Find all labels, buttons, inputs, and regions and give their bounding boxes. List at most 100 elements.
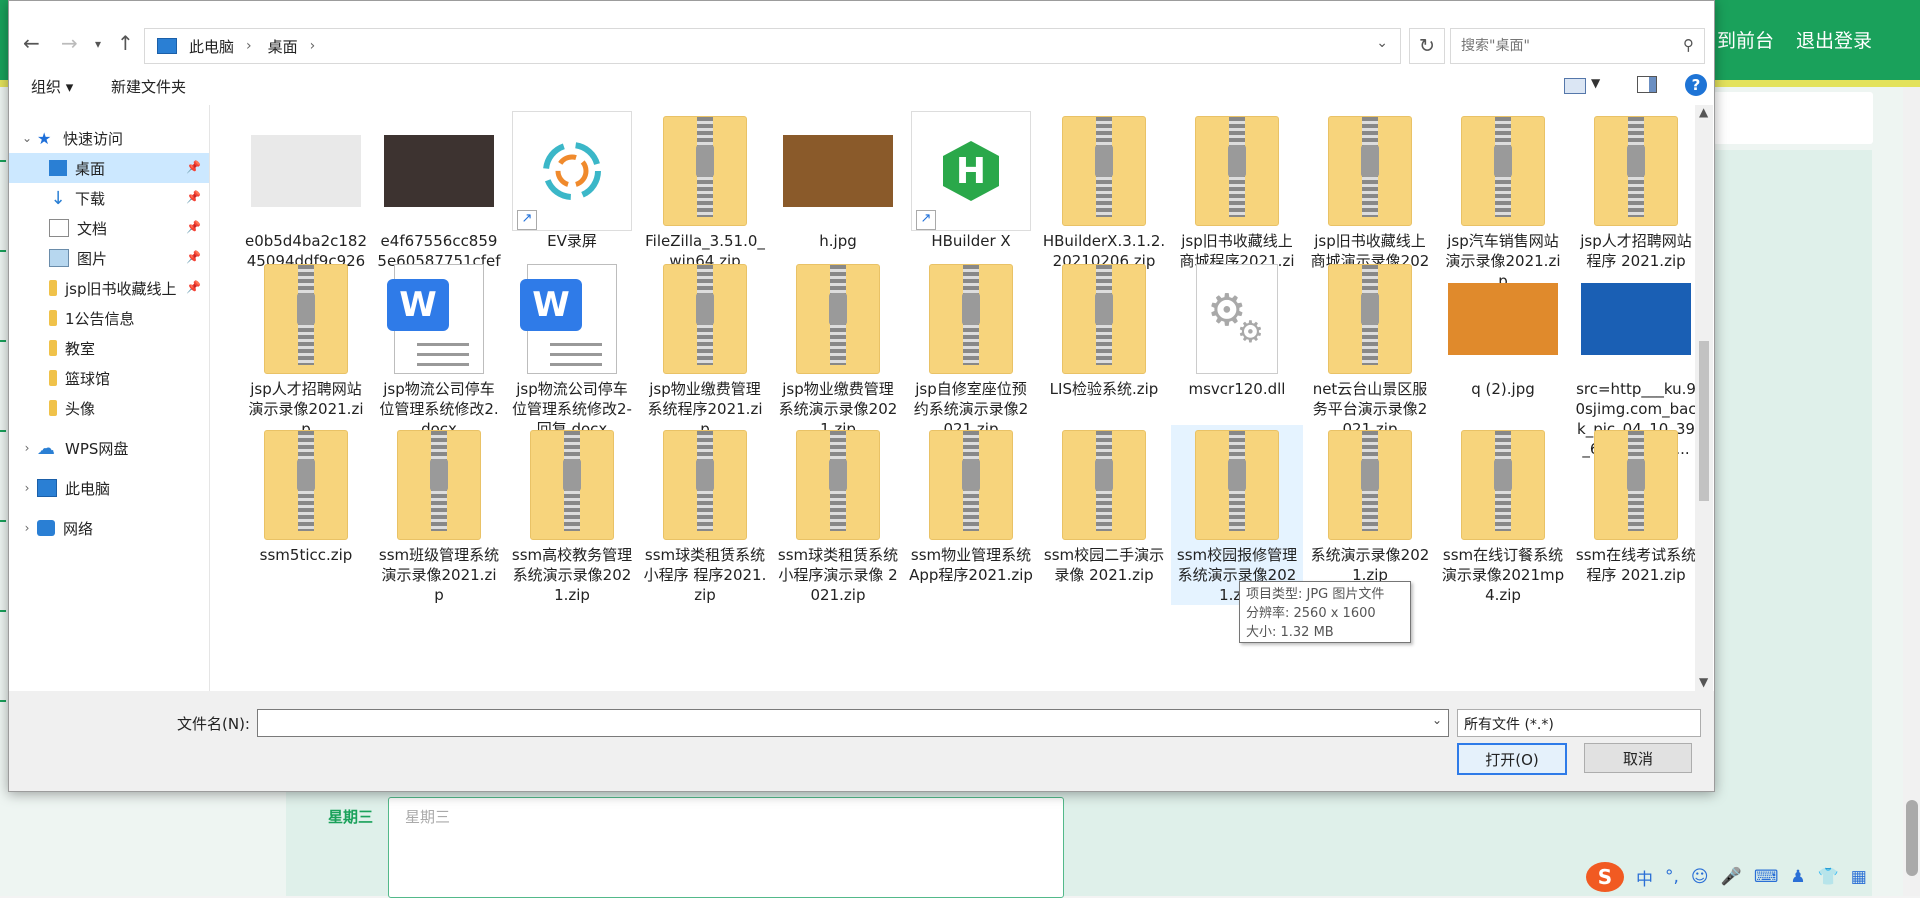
refresh-icon[interactable]: ↻ [1409,28,1445,64]
nav-network[interactable]: › 网络 [9,513,209,543]
filetype-dropdown-icon[interactable]: ⌄ [1464,714,1694,728]
file-item[interactable]: HBuilderX.3.1.2.20210206.zip [1038,111,1170,271]
up-arrow-icon[interactable]: ↑ [117,31,134,55]
nav-folder-jsp[interactable]: jsp旧书收藏线上 📌 [9,273,209,303]
ime-grid-icon[interactable]: ▦ [1851,867,1867,887]
file-item[interactable]: jsp人才招聘网站程序 2021.zip [1570,111,1695,271]
ime-user-icon[interactable]: ♟ [1790,867,1805,887]
file-item[interactable]: ssm在线考试系统程序 2021.zip [1570,425,1695,585]
document-icon [49,219,69,237]
page-scrollbar[interactable] [1903,87,1920,896]
scroll-down-icon[interactable]: ▼ [1699,675,1708,689]
nav-documents[interactable]: 文档 📌 [9,213,209,243]
back-arrow-icon[interactable]: ← [23,31,40,55]
file-item[interactable]: ssm物业管理系统App程序2021.zip [905,425,1037,585]
ime-emoji-icon[interactable]: ☺ [1691,867,1709,887]
collapse-chevron-icon[interactable]: ⌄ [17,131,37,145]
recent-locations-chevron-icon[interactable]: ▾ [95,37,101,51]
address-bar[interactable]: 此电脑 › 桌面 › ⌄ [144,28,1401,64]
nav-label: 网络 [63,519,94,538]
address-dropdown-icon[interactable]: ⌄ [1376,35,1388,51]
file-item[interactable]: ⚙ ⚙ msvcr120.dll [1171,259,1303,399]
file-item[interactable]: jsp自修室座位预约系统演示录像2021.zip [905,259,1037,439]
organize-button[interactable]: 组织 ▾ [31,76,73,97]
file-item[interactable]: net云台山景区服务平台演示录像2021.zip [1304,259,1436,439]
filename-dropdown-icon[interactable]: ⌄ [1432,713,1442,727]
nav-wps-cloud[interactable]: › ☁ WPS网盘 [9,433,209,463]
nav-this-pc[interactable]: › 此电脑 [9,473,209,503]
cancel-button[interactable]: 取消 [1584,743,1692,773]
file-item[interactable]: Wjsp物流公司停车位管理系统修改2-回复.docx [506,259,638,439]
sogou-logo-icon[interactable]: S [1586,862,1624,892]
file-item[interactable]: ssm球类租赁系统小程序演示录像 2021.zip [772,425,904,605]
cloud-icon: ☁ [37,437,55,459]
nav-quick-access[interactable]: ⌄ ★ 快速访问 [9,123,209,153]
content-card [1713,92,1873,144]
nav-pictures[interactable]: 图片 📌 [9,243,209,273]
file-item[interactable]: ssm5ticc.zip [240,425,372,565]
ime-punctuation[interactable]: °, [1665,867,1679,887]
file-item[interactable]: ssm校园二手演示录像 2021.zip [1038,425,1170,585]
scroll-up-icon[interactable]: ▲ [1699,105,1708,119]
file-item[interactable]: ↗ EV录屏 [506,111,638,251]
ime-skin-icon[interactable]: 👕 [1818,867,1839,887]
view-options-icon[interactable] [1564,78,1586,94]
wednesday-textarea[interactable]: 星期三 [388,797,1064,898]
file-item[interactable]: 系统演示录像2021.zip [1304,425,1436,585]
nav-front-link[interactable]: 到前台 [1717,26,1774,53]
ime-keyboard-icon[interactable]: ⌨ [1754,867,1779,887]
nav-desktop[interactable]: 桌面 📌 [9,153,209,183]
expand-chevron-icon[interactable]: › [17,521,37,535]
file-item[interactable]: H ↗ HBuilder X [905,111,1037,251]
ime-chinese-mode[interactable]: 中 [1636,865,1653,890]
zip-folder-icon [1062,264,1146,374]
preview-pane-icon[interactable] [1637,76,1657,93]
expand-chevron-icon[interactable]: › [17,481,37,495]
file-item[interactable]: jsp物业缴费管理系统演示录像2021.zip [772,259,904,439]
breadcrumb-separator-icon[interactable]: › [246,38,252,54]
breadcrumb-this-pc[interactable]: 此电脑 [189,36,234,57]
page-scrollbar-thumb[interactable] [1906,800,1918,876]
filetype-select[interactable]: 所有文件 (*.*) ⌄ [1457,709,1701,737]
dll-gear-icon: ⚙ ⚙ [1196,264,1278,374]
file-list-scrollbar[interactable]: ▲ ▼ [1695,105,1713,691]
ime-voice-icon[interactable]: 🎤 [1721,867,1742,887]
file-item[interactable]: h.jpg [772,111,904,251]
view-dropdown-icon[interactable]: ▼ [1591,76,1600,90]
file-item[interactable]: ssm校园报修管理系统演示录像2021.zip [1171,425,1303,605]
new-folder-button[interactable]: 新建文件夹 [111,76,186,97]
file-thumbnail [240,425,372,545]
file-item[interactable]: ssm球类租赁系统小程序 程序2021.zip [639,425,771,605]
help-icon[interactable]: ? [1685,74,1707,96]
breadcrumb-desktop[interactable]: 桌面 [268,36,298,57]
open-button[interactable]: 打开(O) [1457,743,1567,775]
forward-arrow-icon[interactable]: → [61,31,78,55]
file-thumbnail [1570,425,1695,545]
breadcrumb-separator-icon[interactable]: › [310,38,316,54]
scrollbar-thumb[interactable] [1699,341,1709,501]
expand-chevron-icon[interactable]: › [17,441,37,455]
filename-input[interactable]: ⌄ [257,709,1449,737]
file-item[interactable]: ssm在线订餐系统演示录像2021mp4.zip [1437,425,1569,605]
nav-folder-classroom[interactable]: 教室 [9,333,209,363]
search-box[interactable]: ⚲ [1450,28,1705,64]
file-item[interactable]: jsp人才招聘网站演示录像2021.zip [240,259,372,439]
nav-downloads[interactable]: ↓ 下载 📌 [9,183,209,213]
search-input[interactable] [1459,37,1673,55]
file-item[interactable]: q (2).jpg [1437,259,1569,399]
nav-folder-court[interactable]: 篮球馆 [9,363,209,393]
search-icon[interactable]: ⚲ [1683,36,1694,54]
file-item[interactable]: ssm高校教务管理系统演示录像2021.zip [506,425,638,605]
textarea-placeholder: 星期三 [405,808,451,826]
zip-folder-icon [397,430,481,540]
nav-folder-avatar[interactable]: 头像 [9,393,209,423]
day-label: 星期三 [328,808,374,826]
file-item[interactable]: jsp物业缴费管理系统程序2021.zip [639,259,771,439]
nav-label: 1公告信息 [65,309,135,328]
file-item[interactable]: LIS检验系统.zip [1038,259,1170,399]
file-item[interactable]: Wjsp物流公司停车位管理系统修改2.docx [373,259,505,439]
nav-logout-link[interactable]: 退出登录 [1796,26,1872,53]
file-item[interactable]: ssm班级管理系统演示录像2021.zip [373,425,505,605]
nav-folder-notice[interactable]: 1公告信息 [9,303,209,333]
file-item[interactable]: FileZilla_3.51.0_win64.zip [639,111,771,271]
